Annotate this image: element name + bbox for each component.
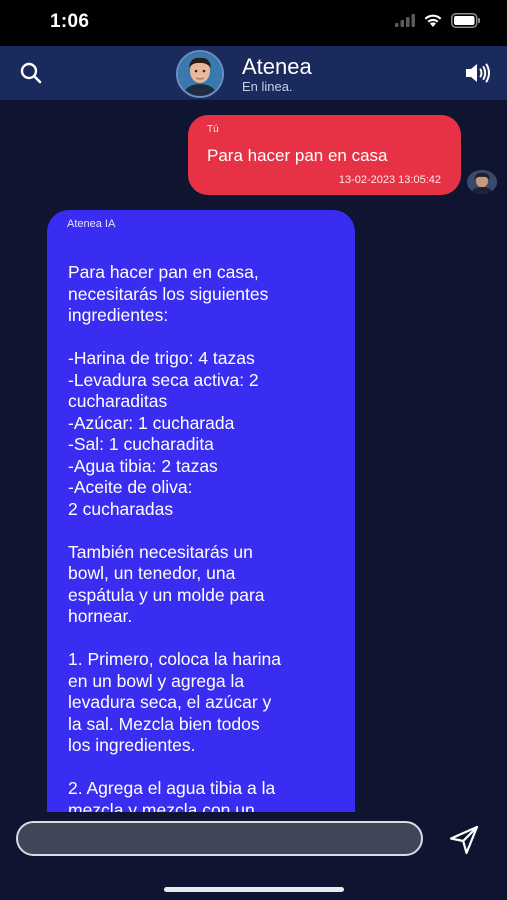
search-button[interactable] [18, 60, 44, 86]
chat-header: Atenea En linea. [0, 46, 507, 100]
message-sender: Tú [207, 124, 219, 135]
status-bar: 1:06 [0, 0, 507, 46]
send-icon [449, 825, 479, 855]
speaker-icon [466, 63, 490, 83]
status-icons [395, 13, 481, 28]
user-avatar-image [467, 170, 497, 194]
search-icon [20, 62, 42, 84]
message-text: Para hacer pan en casa, necesitarás los … [68, 262, 282, 820]
composer-bar [0, 812, 507, 900]
contact-name: Atenea [242, 54, 312, 79]
message-timestamp: 13-02-2023 13:05:42 [338, 174, 441, 186]
user-avatar [467, 170, 497, 194]
cellular-signal-icon [395, 14, 415, 27]
battery-icon [451, 13, 480, 28]
message-text: Para hacer pan en casa [207, 146, 388, 165]
wifi-icon [424, 14, 442, 27]
speaker-button[interactable] [463, 60, 493, 86]
message-sender: Atenea IA [67, 218, 116, 230]
send-button[interactable] [448, 824, 480, 856]
home-indicator[interactable] [164, 887, 344, 892]
contact-avatar[interactable] [176, 50, 224, 98]
ai-message-bubble[interactable]: Atenea IA Para hacer pan en casa, necesi… [47, 210, 355, 850]
message-input[interactable] [16, 821, 423, 856]
user-message-bubble[interactable]: Tú Para hacer pan en casa 13-02-2023 13:… [188, 115, 461, 195]
contact-avatar-image [178, 52, 222, 96]
contact-status: En linea. [242, 79, 293, 94]
chat-screen: 1:06 Atenea En linea. Tú Para hacer pan … [0, 0, 507, 900]
status-time: 1:06 [50, 11, 90, 32]
